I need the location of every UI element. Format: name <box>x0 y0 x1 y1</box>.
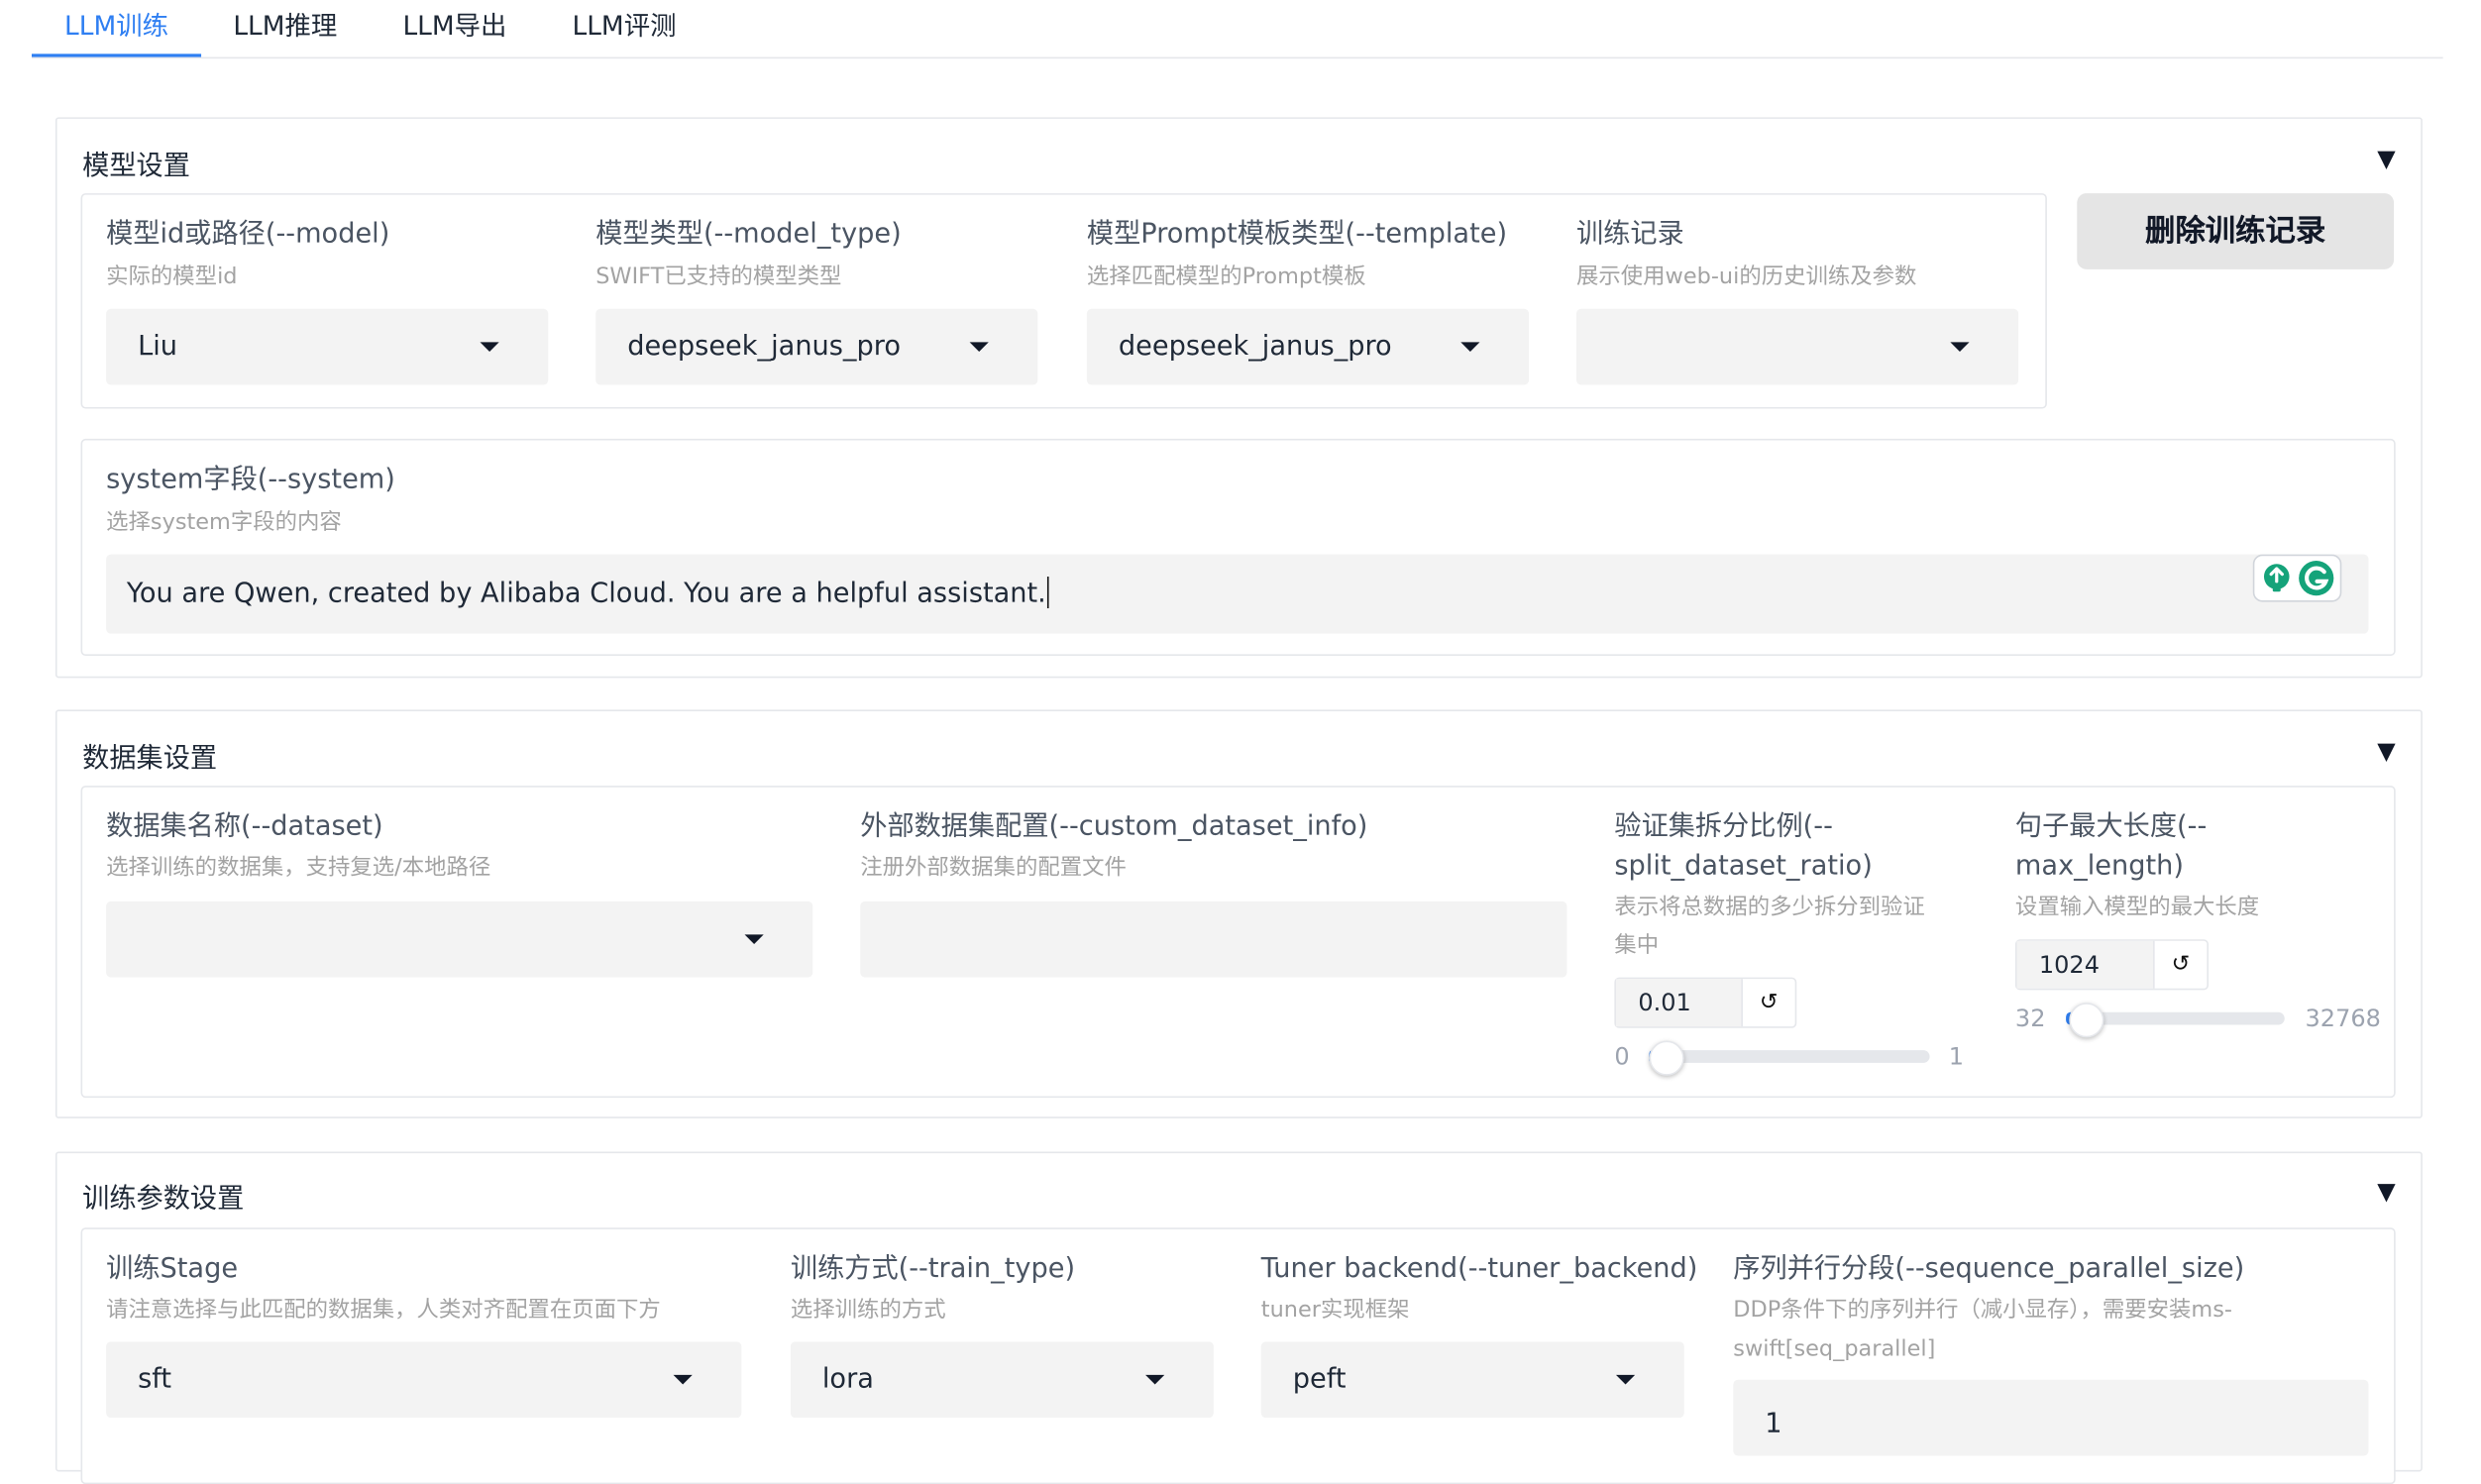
template-value: deepseek_janus_pro <box>1118 331 1392 364</box>
stage-label: 训练Stage <box>106 1252 239 1285</box>
template-label: 模型Prompt模板类型(--template) <box>1086 218 1508 251</box>
template-dropdown[interactable]: deepseek_janus_pro <box>1086 308 1530 385</box>
grammar-badge-icon <box>2263 561 2334 596</box>
system-input[interactable]: You are Qwen, created by Alibaba Cloud. … <box>106 554 2369 634</box>
max-length-slider[interactable] <box>2066 1003 2285 1038</box>
split-ratio-label-line2: split_dataset_ratio) <box>1614 850 1873 883</box>
model-hint: 实际的模型id <box>106 265 238 290</box>
sequence-parallel-hint-line2: swift[seq_parallel] <box>1733 1336 1936 1363</box>
delete-train-record-button[interactable]: 删除训练记录 <box>2077 193 2395 269</box>
chevron-down-icon <box>744 934 764 945</box>
tab-llm-export[interactable]: LLM导出 <box>380 0 529 53</box>
section-title: 数据集设置 <box>82 742 218 775</box>
model-type-hint: SWIFT已支持的模型类型 <box>595 265 842 290</box>
max-length-value: 1024 <box>2016 940 2155 989</box>
split-ratio-hint-line2: 集中 <box>1614 932 1660 959</box>
system-label: system字段(--system) <box>106 464 395 496</box>
sequence-parallel-input[interactable]: 1 <box>1733 1379 2369 1456</box>
section-title: 训练参数设置 <box>82 1183 245 1216</box>
collapse-toggle-icon[interactable]: ▼ <box>2377 1177 2395 1206</box>
template-hint: 选择匹配模型的Prompt模板 <box>1086 265 1366 290</box>
system-value: You are Qwen, created by Alibaba Cloud. … <box>126 578 1046 610</box>
max-length-label-line2: max_length) <box>2014 850 2184 883</box>
chevron-down-icon <box>673 1374 693 1385</box>
split-ratio-slider[interactable] <box>1649 1040 1930 1076</box>
model-type-value: deepseek_janus_pro <box>627 331 902 364</box>
train-type-dropdown[interactable]: lora <box>790 1341 1214 1419</box>
dataset-hint: 选择训练的数据集，支持复选/本地路径 <box>106 855 491 882</box>
sequence-parallel-value: 1 <box>1765 1408 1782 1440</box>
sequence-parallel-hint-line1: DDP条件下的序列并行（减小显存），需要安装ms- <box>1733 1297 2232 1324</box>
model-dropdown[interactable]: Liu <box>106 308 549 385</box>
custom-dataset-input[interactable] <box>860 901 1567 978</box>
tuner-backend-value: peft <box>1292 1363 1347 1396</box>
chevron-down-icon <box>1460 342 1480 352</box>
slider-thumb[interactable] <box>2069 1003 2104 1038</box>
split-ratio-hint-line1: 表示将总数据的多少拆分到验证 <box>1614 895 1925 921</box>
tuner-backend-dropdown[interactable]: peft <box>1260 1341 1684 1419</box>
model-type-label: 模型类型(--model_type) <box>595 218 902 251</box>
dataset-dropdown[interactable] <box>106 901 813 978</box>
max-length-number-input[interactable]: 1024 ↺ <box>2014 939 2210 991</box>
reset-icon[interactable]: ↺ <box>1743 979 1795 1026</box>
chevron-down-icon <box>1615 1374 1636 1385</box>
stage-value: sft <box>138 1363 172 1396</box>
slider-thumb[interactable] <box>1649 1040 1684 1076</box>
chevron-down-icon <box>1950 342 1970 352</box>
train-type-value: lora <box>821 1363 874 1396</box>
tuner-backend-hint: tuner实现框架 <box>1260 1297 1410 1324</box>
text-cursor <box>1047 577 1050 609</box>
tab-bar: LLM训练 LLM推理 LLM导出 LLM评测 <box>31 0 2443 59</box>
split-ratio-min: 0 <box>1614 1042 1630 1071</box>
max-length-max: 32768 <box>2305 1004 2381 1033</box>
collapse-toggle-icon[interactable]: ▼ <box>2377 737 2395 766</box>
max-length-label-line1: 句子最大长度(-- <box>2014 810 2208 843</box>
split-ratio-value: 0.01 <box>1615 979 1743 1027</box>
model-type-dropdown[interactable]: deepseek_janus_pro <box>595 308 1038 385</box>
tab-llm-train[interactable]: LLM训练 <box>31 0 202 57</box>
reset-icon[interactable]: ↺ <box>2155 941 2208 989</box>
tuner-backend-label: Tuner backend(--tuner_backend) <box>1260 1252 1698 1285</box>
custom-dataset-hint: 注册外部数据集的配置文件 <box>860 855 1127 882</box>
section-title: 模型设置 <box>82 150 190 182</box>
collapse-toggle-icon[interactable]: ▼ <box>2377 145 2395 173</box>
custom-dataset-label: 外部数据集配置(--custom_dataset_info) <box>860 810 1368 843</box>
train-type-label: 训练方式(--train_type) <box>790 1252 1076 1285</box>
train-record-dropdown[interactable] <box>1576 308 2019 385</box>
max-length-min: 32 <box>2014 1004 2046 1033</box>
dataset-label: 数据集名称(--dataset) <box>106 810 383 843</box>
grammar-assistant-badge[interactable] <box>2252 554 2342 602</box>
split-ratio-max: 1 <box>1948 1042 1965 1071</box>
tab-llm-eval[interactable]: LLM评测 <box>550 0 699 53</box>
tab-llm-infer[interactable]: LLM推理 <box>211 0 360 53</box>
sequence-parallel-label: 序列并行分段(--sequence_parallel_size) <box>1733 1252 2245 1285</box>
split-ratio-number-input[interactable]: 0.01 ↺ <box>1614 977 1797 1028</box>
model-value: Liu <box>138 331 178 364</box>
train-type-hint: 选择训练的方式 <box>790 1297 946 1324</box>
stage-dropdown[interactable]: sft <box>106 1341 742 1419</box>
chevron-down-icon <box>480 342 499 352</box>
max-length-hint: 设置输入模型的最大长度 <box>2014 895 2260 921</box>
chevron-down-icon <box>1145 1374 1165 1385</box>
train-record-hint: 展示使用web-ui的历史训练及参数 <box>1576 265 1917 290</box>
split-ratio-label-line1: 验证集拆分比例(-- <box>1614 810 1833 843</box>
model-label: 模型id或路径(--model) <box>106 218 390 251</box>
system-hint: 选择system字段的内容 <box>106 509 342 536</box>
chevron-down-icon <box>969 342 989 352</box>
stage-hint: 请注意选择与此匹配的数据集，人类对齐配置在页面下方 <box>106 1297 661 1324</box>
train-record-label: 训练记录 <box>1576 218 1684 251</box>
